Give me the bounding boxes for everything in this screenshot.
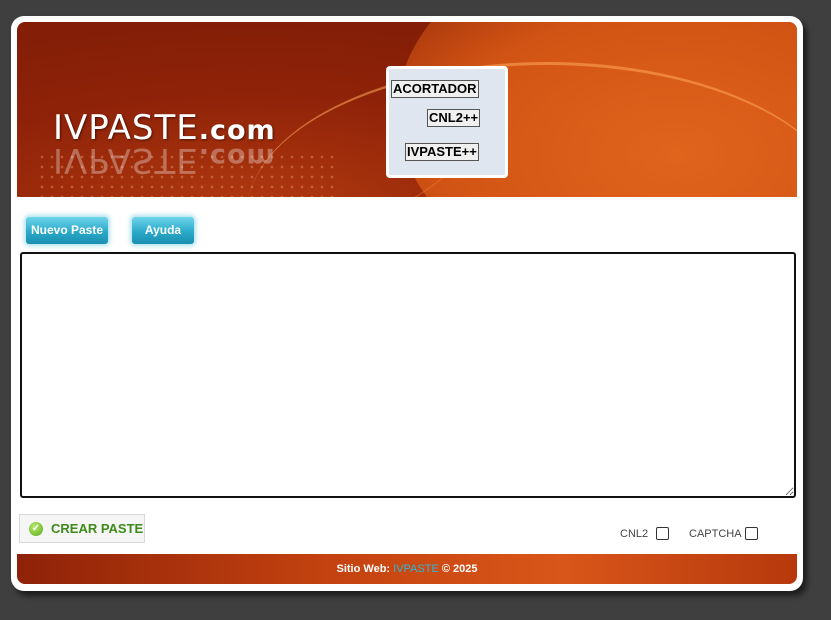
- captcha-checkbox[interactable]: [745, 527, 758, 540]
- nav-acortador-button[interactable]: ACORTADOR: [391, 80, 479, 98]
- logo-main: IVPASTE: [53, 140, 199, 180]
- nav-ivpaste-plus-button[interactable]: IVPASTE++: [405, 143, 479, 161]
- cnl2-option-label: CNL2: [620, 528, 649, 540]
- site-footer: Sitio Web: IVPASTE © 2025: [17, 554, 797, 584]
- paste-textarea[interactable]: [20, 252, 796, 498]
- help-button[interactable]: Ayuda: [132, 217, 194, 244]
- nav-menu-box: ACORTADOR CNL2++ IVPASTE++: [386, 66, 508, 178]
- site-logo-reflection: IVPASTE.com: [53, 140, 276, 180]
- captcha-option-label: CAPTCHA: [689, 528, 742, 540]
- new-paste-button[interactable]: Nuevo Paste: [26, 217, 108, 244]
- main-card: IVPASTE.com IVPASTE.com ACORTADOR CNL2++…: [11, 16, 803, 591]
- create-paste-button[interactable]: ✓ CREAR PASTE: [19, 514, 145, 543]
- footer-prefix: Sitio Web:: [336, 563, 391, 575]
- cnl2-checkbox[interactable]: [656, 527, 669, 540]
- site-header-banner: IVPASTE.com IVPASTE.com ACORTADOR CNL2++…: [17, 22, 797, 197]
- logo-domain: .com: [198, 142, 276, 173]
- footer-site-link[interactable]: IVPASTE: [393, 563, 439, 575]
- create-paste-label: CREAR PASTE: [51, 521, 144, 536]
- nav-cnl2-button[interactable]: CNL2++: [427, 109, 481, 127]
- footer-copyright: © 2025: [441, 563, 478, 575]
- check-icon: ✓: [29, 522, 43, 536]
